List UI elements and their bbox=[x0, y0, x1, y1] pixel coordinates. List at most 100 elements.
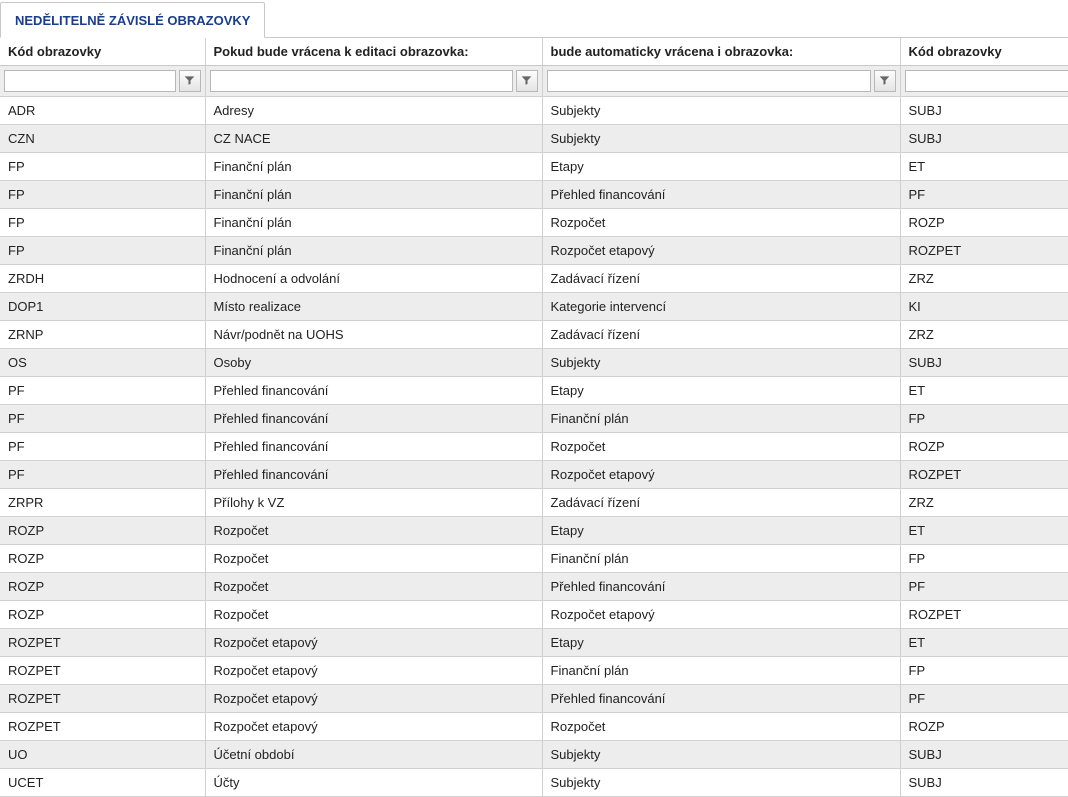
cell: Finanční plán bbox=[542, 657, 900, 685]
table-row[interactable]: ROZPETRozpočet etapovýRozpočetROZP bbox=[0, 713, 1068, 741]
cell: Přehled financování bbox=[205, 433, 542, 461]
cell: Kategorie intervencí bbox=[542, 293, 900, 321]
funnel-icon bbox=[879, 74, 890, 89]
col-header-code-right[interactable]: Kód obrazovky bbox=[900, 38, 1068, 66]
cell: PF bbox=[0, 405, 205, 433]
cell: ROZP bbox=[900, 209, 1068, 237]
table-row[interactable]: OSOsobySubjektySUBJ bbox=[0, 349, 1068, 377]
cell: Přehled financování bbox=[542, 181, 900, 209]
table-row[interactable]: ROZPRozpočetPřehled financováníPF bbox=[0, 573, 1068, 601]
filter-input-col1[interactable] bbox=[4, 70, 176, 92]
col-header-source[interactable]: Pokud bude vrácena k editaci obrazovka: bbox=[205, 38, 542, 66]
cell: ROZP bbox=[0, 601, 205, 629]
cell: OS bbox=[0, 349, 205, 377]
grid-filter-row bbox=[0, 66, 1068, 97]
cell: FP bbox=[0, 209, 205, 237]
table-row[interactable]: PFPřehled financováníFinanční plánFP bbox=[0, 405, 1068, 433]
cell: KI bbox=[900, 293, 1068, 321]
table-row[interactable]: ROZPETRozpočet etapovýPřehled financován… bbox=[0, 685, 1068, 713]
filter-input-col4[interactable] bbox=[905, 70, 1068, 92]
cell: PF bbox=[900, 685, 1068, 713]
cell: CZN bbox=[0, 125, 205, 153]
cell: Zadávací řízení bbox=[542, 489, 900, 517]
cell: SUBJ bbox=[900, 769, 1068, 797]
table-row[interactable]: ADRAdresySubjektySUBJ bbox=[0, 97, 1068, 125]
cell: Zadávací řízení bbox=[542, 321, 900, 349]
table-row[interactable]: CZNCZ NACESubjektySUBJ bbox=[0, 125, 1068, 153]
cell: Místo realizace bbox=[205, 293, 542, 321]
table-row[interactable]: PFPřehled financováníEtapyET bbox=[0, 377, 1068, 405]
cell: UO bbox=[0, 741, 205, 769]
cell: PF bbox=[0, 377, 205, 405]
col-header-code-left[interactable]: Kód obrazovky bbox=[0, 38, 205, 66]
table-row[interactable]: ROZPRozpočetFinanční plánFP bbox=[0, 545, 1068, 573]
cell: ZRZ bbox=[900, 321, 1068, 349]
cell: Subjekty bbox=[542, 349, 900, 377]
cell: FP bbox=[0, 181, 205, 209]
cell: Subjekty bbox=[542, 125, 900, 153]
cell: ROZPET bbox=[900, 601, 1068, 629]
cell: Rozpočet bbox=[542, 209, 900, 237]
cell: CZ NACE bbox=[205, 125, 542, 153]
filter-button-col3[interactable] bbox=[874, 70, 896, 92]
funnel-icon bbox=[184, 74, 195, 89]
table-row[interactable]: FPFinanční plánEtapyET bbox=[0, 153, 1068, 181]
cell: UCET bbox=[0, 769, 205, 797]
cell: ADR bbox=[0, 97, 205, 125]
table-row[interactable]: ROZPETRozpočet etapovýEtapyET bbox=[0, 629, 1068, 657]
cell: Přehled financování bbox=[205, 461, 542, 489]
cell: Subjekty bbox=[542, 741, 900, 769]
cell: Zadávací řízení bbox=[542, 265, 900, 293]
table-row[interactable]: ROZPRozpočetEtapyET bbox=[0, 517, 1068, 545]
filter-input-col3[interactable] bbox=[547, 70, 871, 92]
cell: Etapy bbox=[542, 153, 900, 181]
col-header-target[interactable]: bude automaticky vrácena i obrazovka: bbox=[542, 38, 900, 66]
cell: Rozpočet bbox=[205, 601, 542, 629]
dependent-screens-grid: Kód obrazovky Pokud bude vrácena k edita… bbox=[0, 38, 1068, 797]
table-row[interactable]: ZRDHHodnocení a odvoláníZadávací řízeníZ… bbox=[0, 265, 1068, 293]
cell: Rozpočet etapový bbox=[205, 657, 542, 685]
cell: DOP1 bbox=[0, 293, 205, 321]
cell: Hodnocení a odvolání bbox=[205, 265, 542, 293]
cell: FP bbox=[900, 657, 1068, 685]
table-row[interactable]: DOP1Místo realizaceKategorie intervencíK… bbox=[0, 293, 1068, 321]
cell: Přehled financování bbox=[542, 573, 900, 601]
filter-button-col1[interactable] bbox=[179, 70, 201, 92]
filter-button-col2[interactable] bbox=[516, 70, 538, 92]
filter-input-col2[interactable] bbox=[210, 70, 513, 92]
cell: PF bbox=[900, 181, 1068, 209]
cell: ET bbox=[900, 517, 1068, 545]
cell: ROZPET bbox=[0, 685, 205, 713]
cell: Přehled financování bbox=[542, 685, 900, 713]
table-row[interactable]: FPFinanční plánPřehled financováníPF bbox=[0, 181, 1068, 209]
table-row[interactable]: UCETÚčtySubjektySUBJ bbox=[0, 769, 1068, 797]
cell: Finanční plán bbox=[205, 209, 542, 237]
cell: ROZPET bbox=[0, 657, 205, 685]
table-row[interactable]: ROZPRozpočetRozpočet etapovýROZPET bbox=[0, 601, 1068, 629]
table-row[interactable]: UOÚčetní obdobíSubjektySUBJ bbox=[0, 741, 1068, 769]
table-row[interactable]: ROZPETRozpočet etapovýFinanční plánFP bbox=[0, 657, 1068, 685]
table-row[interactable]: PFPřehled financováníRozpočetROZP bbox=[0, 433, 1068, 461]
cell: PF bbox=[900, 573, 1068, 601]
table-row[interactable]: ZRPRPřílohy k VZZadávací řízeníZRZ bbox=[0, 489, 1068, 517]
cell: PF bbox=[0, 433, 205, 461]
table-row[interactable]: FPFinanční plánRozpočet etapovýROZPET bbox=[0, 237, 1068, 265]
cell: Subjekty bbox=[542, 769, 900, 797]
cell: Etapy bbox=[542, 517, 900, 545]
tab-dependent-screens[interactable]: NEDĚLITELNĚ ZÁVISLÉ OBRAZOVKY bbox=[0, 2, 265, 38]
cell: Finanční plán bbox=[542, 545, 900, 573]
cell: ZRNP bbox=[0, 321, 205, 349]
cell: ROZPET bbox=[0, 629, 205, 657]
cell: Rozpočet etapový bbox=[542, 461, 900, 489]
funnel-icon bbox=[521, 74, 532, 89]
cell: Rozpočet bbox=[205, 517, 542, 545]
cell: ET bbox=[900, 377, 1068, 405]
table-row[interactable]: ZRNPNávr/podnět na UOHSZadávací řízeníZR… bbox=[0, 321, 1068, 349]
table-row[interactable]: PFPřehled financováníRozpočet etapovýROZ… bbox=[0, 461, 1068, 489]
cell: Rozpočet bbox=[542, 713, 900, 741]
table-row[interactable]: FPFinanční plánRozpočetROZP bbox=[0, 209, 1068, 237]
cell: Subjekty bbox=[542, 97, 900, 125]
cell: SUBJ bbox=[900, 97, 1068, 125]
cell: ZRZ bbox=[900, 489, 1068, 517]
cell: ZRPR bbox=[0, 489, 205, 517]
